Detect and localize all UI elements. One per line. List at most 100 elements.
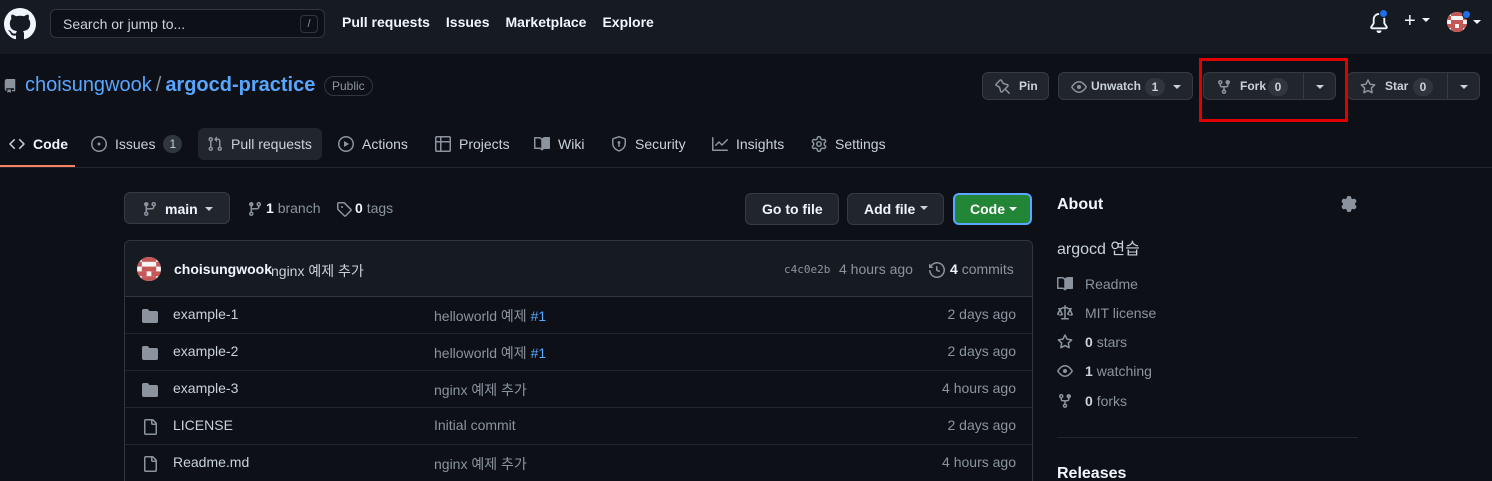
commit-text: helloworld 예제 (434, 308, 531, 324)
code-button[interactable]: Code (953, 193, 1032, 225)
file-commit-message[interactable]: helloworld 예제 #1 (434, 343, 546, 363)
chevron-down-icon (205, 207, 213, 211)
nav-marketplace[interactable]: Marketplace (506, 14, 587, 30)
file-age: 2 days ago (947, 417, 1017, 433)
tab-label: Actions (362, 136, 408, 152)
pull-request-ref[interactable]: #1 (531, 345, 547, 361)
file-name[interactable]: example-1 (173, 306, 238, 322)
tab-actions[interactable]: Actions (338, 128, 408, 160)
table-icon (435, 136, 451, 152)
branch-select-button[interactable]: main (124, 192, 230, 224)
go-to-file-button[interactable]: Go to file (745, 193, 839, 225)
repo-title: choisungwook / argocd-practice (25, 74, 315, 97)
file-commit-message[interactable]: nginx 예제 추가 (434, 380, 527, 400)
tab-pull-requests[interactable]: Pull requests (207, 128, 312, 160)
book-icon (1057, 276, 1073, 291)
file-table: choisungwook nginx 예제 추가 c4c0e2b 4 hours… (124, 240, 1033, 481)
tab-wiki[interactable]: Wiki (534, 128, 584, 160)
eye-icon (1057, 365, 1073, 377)
tab-projects[interactable]: Projects (435, 128, 510, 160)
search-shortcut-key: / (300, 15, 318, 33)
tab-label: Security (635, 136, 686, 152)
chevron-down-icon[interactable] (1422, 18, 1430, 22)
file-age: 4 hours ago (942, 380, 1016, 396)
star-button-group: Star 0 (1347, 72, 1480, 100)
watch-counter: 1 (1145, 78, 1165, 96)
play-icon (338, 136, 354, 152)
avatar[interactable] (137, 257, 161, 281)
star-dropdown-button[interactable] (1448, 73, 1480, 99)
add-file-button[interactable]: Add file (847, 193, 944, 225)
nav-pull-requests[interactable]: Pull requests (342, 14, 430, 30)
tab-label: Insights (736, 136, 785, 152)
commit-sha[interactable]: c4c0e2b (784, 263, 830, 276)
branch-count: 1 (266, 200, 274, 216)
tab-code[interactable]: Code (9, 128, 68, 160)
notification-indicator (1379, 9, 1388, 18)
sidebar-divider (1057, 437, 1358, 438)
top-nav: Pull requests Issues Marketplace Explore (342, 14, 654, 30)
tab-insights[interactable]: Insights (712, 128, 784, 160)
repo-separator: / (155, 74, 162, 96)
tab-security[interactable]: Security (611, 128, 686, 160)
repo-owner-link[interactable]: choisungwook (25, 74, 152, 96)
eye-icon (1071, 81, 1087, 93)
branches-link[interactable]: 1 branch (247, 200, 321, 217)
chevron-down-icon (1173, 85, 1181, 89)
plus-icon[interactable]: + (1404, 10, 1416, 33)
releases-heading[interactable]: Releases (1057, 465, 1126, 481)
tab-settings[interactable]: Settings (811, 128, 886, 160)
commit-author[interactable]: choisungwook (174, 261, 272, 277)
gear-icon[interactable] (1341, 196, 1357, 212)
search-input[interactable]: Search or jump to... / (50, 9, 325, 38)
history-icon (929, 262, 945, 278)
pin-icon (995, 79, 1011, 95)
watching-link[interactable]: 1 watching (1057, 363, 1152, 379)
pin-button[interactable]: Pin (982, 72, 1049, 100)
table-row[interactable]: example-1 helloworld 예제 #1 2 days ago (125, 297, 1032, 334)
stars-link[interactable]: 0 stars (1057, 334, 1127, 350)
license-label: MIT license (1085, 305, 1157, 321)
file-commit-message[interactable]: helloworld 예제 #1 (434, 306, 546, 326)
pull-request-ref[interactable]: #1 (531, 308, 547, 324)
unwatch-label: Unwatch (1091, 79, 1142, 93)
nav-explore[interactable]: Explore (602, 14, 653, 30)
tab-label: Wiki (558, 136, 585, 152)
branch-icon (248, 202, 261, 217)
active-tab-indicator (0, 165, 75, 167)
tags-link[interactable]: 0 tags (336, 200, 394, 217)
unwatch-button[interactable]: Unwatch 1 (1058, 72, 1193, 100)
nav-issues[interactable]: Issues (446, 14, 490, 30)
book-icon (534, 136, 550, 151)
table-row[interactable]: example-3 nginx 예제 추가 4 hours ago (125, 371, 1032, 408)
commit-word: commits (961, 261, 1014, 277)
table-row[interactable]: LICENSE Initial commit 2 days ago (125, 408, 1032, 445)
commits-link[interactable]: 4 commits (950, 261, 1014, 277)
star-button[interactable]: Star 0 (1348, 73, 1447, 99)
file-commit-message[interactable]: Initial commit (434, 417, 516, 433)
tab-issues[interactable]: Issues 1 (91, 128, 183, 160)
file-name[interactable]: Readme.md (173, 454, 249, 470)
repo-name-link[interactable]: argocd-practice (165, 74, 315, 96)
file-name[interactable]: LICENSE (173, 417, 233, 433)
commit-count: 4 (950, 261, 958, 277)
license-link[interactable]: MIT license (1057, 305, 1156, 321)
visibility-badge: Public (324, 76, 373, 96)
stars-count: 0 (1085, 334, 1093, 350)
commit-message[interactable]: nginx 예제 추가 (271, 261, 364, 281)
fork-highlight-annotation (1199, 58, 1348, 122)
readme-label: Readme (1085, 276, 1138, 292)
chevron-down-icon[interactable] (1473, 20, 1481, 24)
forks-link[interactable]: 0 forks (1057, 393, 1127, 409)
readme-link[interactable]: Readme (1057, 276, 1138, 292)
file-name[interactable]: example-3 (173, 380, 238, 396)
tag-word: tags (366, 200, 394, 216)
file-name[interactable]: example-2 (173, 343, 238, 359)
go-to-file-label: Go to file (762, 201, 823, 217)
table-row[interactable]: Readme.md nginx 예제 추가 4 hours ago (125, 445, 1032, 481)
file-commit-message[interactable]: nginx 예제 추가 (434, 454, 527, 474)
stars-word: stars (1096, 334, 1128, 350)
table-row[interactable]: example-2 helloworld 예제 #1 2 days ago (125, 334, 1032, 371)
github-logo-icon[interactable] (4, 8, 36, 40)
branch-icon (143, 202, 156, 217)
